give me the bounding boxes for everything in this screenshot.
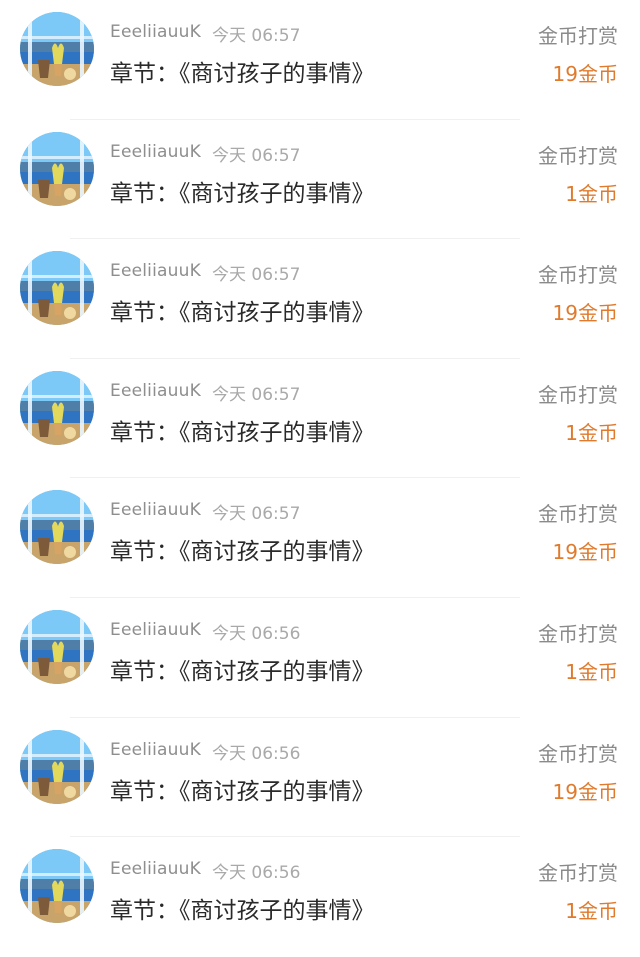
reward-list: EeeliiauuK 今天 06:57 章节：《商讨孩子的事情》 金币打赏 19…: [0, 0, 640, 947]
list-item[interactable]: EeeliiauuK 今天 06:57 章节：《商讨孩子的事情》 金币打赏 19…: [0, 0, 640, 120]
timestamp: 今天 06:57: [212, 384, 301, 405]
avatar[interactable]: [20, 370, 94, 445]
reward-amount: 1金币: [565, 420, 618, 445]
reward-type: 金币打赏: [538, 263, 618, 288]
timestamp: 今天 06:56: [212, 743, 301, 764]
timestamp: 今天 06:57: [212, 265, 301, 286]
chapter-title[interactable]: 章节：《商讨孩子的事情》: [110, 54, 375, 88]
reward-type: 金币打赏: [538, 861, 618, 886]
avatar[interactable]: [20, 251, 94, 326]
reward-amount: 19金币: [552, 301, 618, 326]
timestamp: 今天 06:57: [212, 504, 301, 525]
reward-type: 金币打赏: [538, 622, 618, 646]
username[interactable]: EeeliiauuK: [110, 500, 201, 520]
reward-type: 金币打赏: [538, 382, 618, 407]
chapter-title[interactable]: 章节：《商讨孩子的事情》: [110, 532, 375, 566]
chapter-title[interactable]: 章节：《商讨孩子的事情》: [110, 174, 375, 208]
avatar[interactable]: [20, 849, 94, 924]
reward-type: 金币打赏: [538, 143, 618, 168]
timestamp: 今天 06:56: [212, 624, 301, 644]
reward-type: 金币打赏: [538, 741, 618, 766]
avatar[interactable]: [20, 729, 94, 804]
avatar[interactable]: [20, 12, 94, 86]
list-item[interactable]: EeeliiauuK 今天 06:57 章节：《商讨孩子的事情》 金币打赏 1金…: [0, 120, 640, 240]
username[interactable]: EeeliiauuK: [110, 142, 201, 162]
chapter-title[interactable]: 章节：《商讨孩子的事情》: [110, 772, 375, 806]
username[interactable]: EeeliiauuK: [110, 381, 201, 401]
reward-type: 金币打赏: [538, 502, 618, 527]
avatar[interactable]: [20, 610, 94, 684]
reward-amount: 19金币: [552, 540, 618, 565]
chapter-title[interactable]: 章节：《商讨孩子的事情》: [110, 413, 375, 447]
reward-type: 金币打赏: [538, 24, 618, 48]
reward-amount: 1金币: [565, 899, 618, 924]
reward-amount: 19金币: [552, 779, 618, 804]
list-item[interactable]: EeeliiauuK 今天 06:57 章节：《商讨孩子的事情》 金币打赏 1金…: [0, 359, 640, 479]
avatar[interactable]: [20, 490, 94, 565]
list-item[interactable]: EeeliiauuK 今天 06:56 章节：《商讨孩子的事情》 金币打赏 1金…: [0, 837, 640, 957]
reward-amount: 1金币: [565, 660, 618, 684]
username[interactable]: EeeliiauuK: [110, 740, 201, 760]
username[interactable]: EeeliiauuK: [110, 859, 201, 879]
list-item[interactable]: EeeliiauuK 今天 06:57 章节：《商讨孩子的事情》 金币打赏 19…: [0, 239, 640, 359]
chapter-title[interactable]: 章节：《商讨孩子的事情》: [110, 891, 375, 925]
reward-amount: 1金币: [565, 181, 618, 206]
chapter-title[interactable]: 章节：《商讨孩子的事情》: [110, 293, 375, 327]
username[interactable]: EeeliiauuK: [110, 22, 201, 42]
chapter-title[interactable]: 章节：《商讨孩子的事情》: [110, 652, 375, 686]
username[interactable]: EeeliiauuK: [110, 620, 201, 640]
reward-amount: 19金币: [552, 62, 618, 86]
timestamp: 今天 06:57: [212, 26, 301, 46]
list-item[interactable]: EeeliiauuK 今天 06:56 章节：《商讨孩子的事情》 金币打赏 1金…: [0, 598, 640, 718]
timestamp: 今天 06:57: [212, 145, 301, 166]
list-item[interactable]: EeeliiauuK 今天 06:57 章节：《商讨孩子的事情》 金币打赏 19…: [0, 478, 640, 598]
username[interactable]: EeeliiauuK: [110, 261, 201, 281]
timestamp: 今天 06:56: [212, 863, 301, 884]
list-item[interactable]: EeeliiauuK 今天 06:56 章节：《商讨孩子的事情》 金币打赏 19…: [0, 718, 640, 838]
avatar[interactable]: [20, 131, 94, 206]
